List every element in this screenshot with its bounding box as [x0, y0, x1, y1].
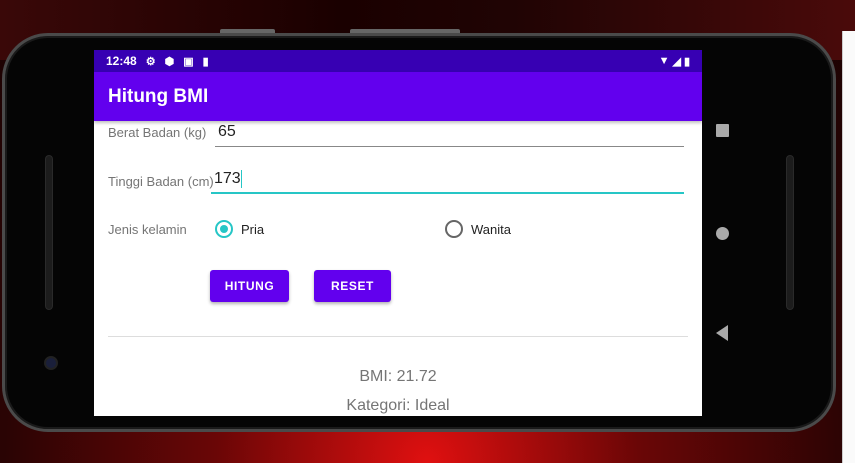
radio-wanita-label: Wanita	[471, 221, 511, 237]
reset-button[interactable]: RESET	[314, 270, 391, 302]
battery-icon: ▮	[683, 55, 690, 68]
speaker-left	[45, 155, 53, 310]
text-caret	[240, 170, 242, 188]
gender-label-text: Jenis kelamin	[108, 222, 187, 237]
radio-pria[interactable]: Pria	[215, 220, 264, 238]
radio-unchecked-icon	[445, 220, 463, 238]
radio-checked-icon	[215, 220, 233, 238]
height-input[interactable]: 173	[211, 170, 684, 194]
shield-icon: ⬢	[164, 55, 175, 68]
height-value: 173	[214, 170, 241, 188]
recents-button[interactable]	[716, 124, 729, 137]
back-button[interactable]	[716, 325, 728, 341]
status-bar: 12:48 ⚙ ⬢ ▣ ▮ ▼ ◢ ▮	[94, 50, 702, 72]
wifi-icon: ▼	[658, 54, 670, 67]
camera-icon	[44, 356, 58, 370]
signal-icon: ◢	[672, 55, 681, 68]
weight-label-text: Berat Badan (kg)	[108, 125, 207, 140]
gear-icon: ⚙	[145, 55, 156, 68]
a-icon: ▣	[183, 55, 194, 68]
radio-pria-label: Pria	[241, 221, 265, 237]
hitung-button[interactable]: HITUNG	[210, 270, 289, 302]
status-time: 12:48	[106, 54, 137, 68]
weight-label: Berat Badan (kg)	[108, 125, 206, 140]
category-result: Kategori: Ideal	[346, 397, 450, 414]
gender-label: Jenis kelamin	[108, 222, 187, 237]
side-panel	[842, 31, 855, 463]
weight-input[interactable]: 65	[215, 123, 684, 147]
app-title: Hitung BMI	[94, 72, 702, 121]
divider	[108, 336, 688, 337]
bmi-result: BMI: 21.72	[359, 368, 437, 385]
speaker-right	[786, 155, 794, 310]
height-label: Tinggi Badan (cm)	[108, 174, 214, 189]
app-screen: 12:48 ⚙ ⬢ ▣ ▮ ▼ ◢ ▮ Hitung BMI Berat Badan…	[94, 50, 702, 416]
sdcard-icon: ▮	[202, 55, 209, 68]
home-button[interactable]	[716, 227, 729, 240]
radio-wanita[interactable]: Wanita	[445, 220, 511, 238]
height-label-text: Tinggi Badan (cm)	[108, 174, 214, 189]
